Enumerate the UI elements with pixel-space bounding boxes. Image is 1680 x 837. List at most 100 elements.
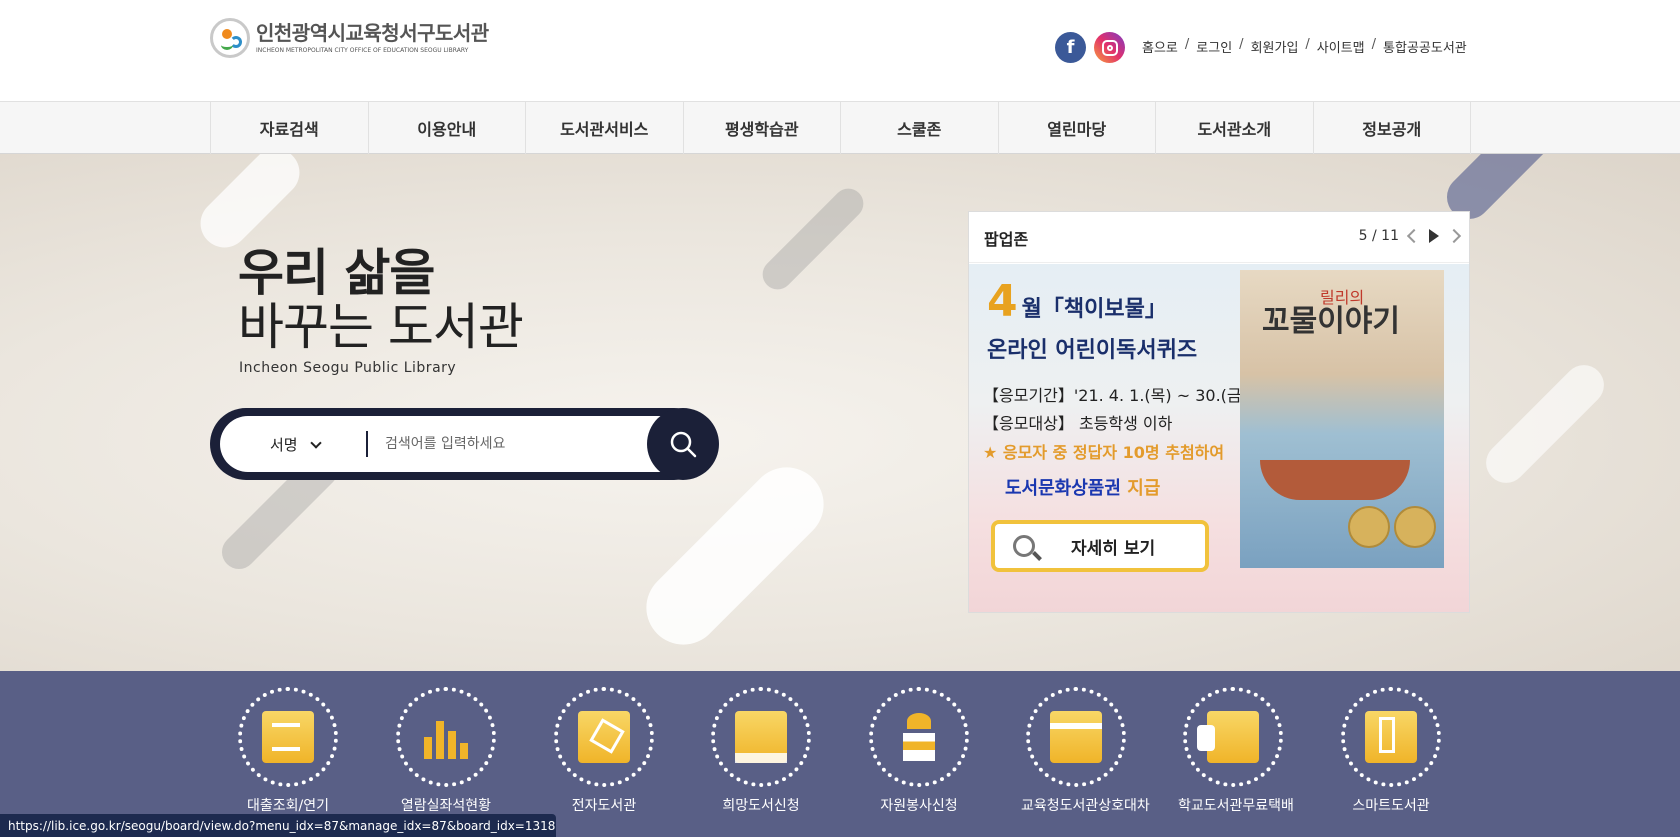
banner-prize-name: 도서문화상품권 bbox=[1005, 478, 1121, 499]
util-separator: / bbox=[1184, 37, 1190, 52]
hero-section: 우리 삶을 바꾸는 도서관 Incheon Seogu Public Libra… bbox=[0, 154, 1680, 671]
book-icon bbox=[735, 711, 787, 763]
banner-target: 【응모대상】 초등학생 이하 bbox=[983, 414, 1173, 433]
chevron-down-icon bbox=[309, 436, 322, 449]
logo-title: 인천광역시교육청서구도서관 bbox=[256, 20, 489, 45]
quick-item-smart-library[interactable]: 스마트도서관 bbox=[1336, 687, 1446, 815]
search-input[interactable] bbox=[385, 428, 655, 460]
banner-subheading: 온라인 어린이독서퀴즈 bbox=[987, 338, 1198, 363]
quick-item-interlibrary-loan[interactable]: 교육청도서관상호대차 bbox=[1021, 687, 1150, 815]
chevron-left-icon[interactable] bbox=[1406, 228, 1422, 244]
quick-item-label: 자원봉사신청 bbox=[880, 798, 958, 814]
decorative-stripe bbox=[190, 154, 310, 258]
award-seal-icon bbox=[1394, 506, 1436, 548]
browser-status-bar: https://lib.ice.go.kr/seogu/board/view.d… bbox=[0, 814, 556, 837]
banner-month: 4 bbox=[987, 276, 1018, 327]
main-navigation: 자료검색 이용안내 도서관서비스 평생학습관 스쿨존 열린마당 도서관소개 정보… bbox=[0, 101, 1680, 154]
nav-item-open-yard[interactable]: 열린마당 bbox=[999, 102, 1156, 154]
hero-subtitle: Incheon Seogu Public Library bbox=[239, 360, 457, 376]
magnifier-icon bbox=[1013, 535, 1035, 557]
quick-menu: 대출조회/연기 열람실좌석현황 전자도서관 희망도서신청 자원봉사신청 교육청도… bbox=[0, 671, 1680, 837]
search-button[interactable] bbox=[647, 408, 719, 480]
plant-icon bbox=[893, 711, 945, 763]
util-link-integrated-library[interactable]: 통합공공도서관 bbox=[1383, 37, 1467, 56]
monitor-book-icon bbox=[578, 711, 630, 763]
banner-heading: 4 월「책이보물」 bbox=[987, 276, 1167, 327]
nav-item-about[interactable]: 도서관소개 bbox=[1156, 102, 1314, 154]
util-link-login[interactable]: 로그인 bbox=[1196, 37, 1232, 56]
popup-controls: 5 / 11 bbox=[1358, 228, 1462, 244]
book-cover-title: 꼬물이야기 bbox=[1262, 304, 1400, 339]
quick-item-label: 교육청도서관상호대차 bbox=[1021, 798, 1150, 814]
building-icon bbox=[1365, 711, 1417, 763]
quick-item-circle bbox=[869, 687, 969, 787]
quick-item-label: 열람실좌석현황 bbox=[400, 798, 492, 814]
sns-links: f bbox=[1055, 32, 1125, 63]
boat-illustration bbox=[1260, 460, 1410, 500]
util-separator: / bbox=[1305, 37, 1310, 52]
nav-item-search[interactable]: 자료검색 bbox=[211, 102, 369, 154]
quick-item-label: 대출조회/연기 bbox=[247, 798, 329, 814]
quick-item-circle bbox=[711, 687, 811, 787]
book-cover-image: 릴리의 꼬물이야기 bbox=[1240, 270, 1444, 568]
chevron-right-icon[interactable] bbox=[1446, 228, 1462, 244]
utility-links: 홈으로 / 로그인 / 회원가입 / 사이트맵 / 통합공공도서관 bbox=[1142, 37, 1467, 56]
banner-detail-label: 자세히 보기 bbox=[1071, 538, 1156, 559]
quick-item-school-delivery[interactable]: 학교도서관무료택배 bbox=[1178, 687, 1294, 815]
logo-subtitle: INCHEON METROPOLITAN CITY OFFICE OF EDUC… bbox=[256, 46, 469, 54]
quick-item-circle bbox=[1183, 687, 1283, 787]
award-seal-icon bbox=[1348, 506, 1390, 548]
nav-item-services[interactable]: 도서관서비스 bbox=[526, 102, 684, 154]
quick-item-e-library[interactable]: 전자도서관 bbox=[549, 687, 659, 815]
banner-detail-button[interactable]: 자세히 보기 bbox=[991, 520, 1209, 572]
bar-chart-icon bbox=[420, 711, 472, 763]
quick-item-label: 전자도서관 bbox=[571, 798, 637, 814]
util-separator: / bbox=[1371, 37, 1377, 52]
site-logo[interactable]: 인천광역시교육청서구도서관 INCHEON METROPOLITAN CITY … bbox=[210, 18, 489, 58]
decorative-stripe bbox=[1477, 356, 1613, 492]
instagram-icon[interactable] bbox=[1094, 32, 1125, 63]
popup-zone: 팝업존 5 / 11 4 월「책이보물」 온라인 어린이독서퀴즈 【응모기간】'… bbox=[968, 211, 1470, 613]
banner-period: 【응모기간】'21. 4. 1.(목) ~ 30.(금) bbox=[983, 386, 1248, 405]
quick-item-circle bbox=[1026, 687, 1126, 787]
document-icon bbox=[262, 711, 314, 763]
banner-heading-text: 월「책이보물」 bbox=[1021, 297, 1167, 322]
quick-item-circle bbox=[396, 687, 496, 787]
hero-title-line1: 우리 삶을 bbox=[238, 244, 435, 302]
quick-item-loan-inquiry[interactable]: 대출조회/연기 bbox=[233, 687, 343, 815]
logo-emblem-icon bbox=[210, 18, 250, 58]
truck-icon bbox=[1197, 711, 1259, 763]
search-field-value: 서명 bbox=[270, 436, 298, 454]
popup-title: 팝업존 bbox=[984, 230, 1029, 249]
quick-item-circle bbox=[554, 687, 654, 787]
facebook-icon[interactable]: f bbox=[1055, 32, 1086, 63]
search-field-select[interactable]: 서명 bbox=[270, 434, 322, 455]
quick-item-circle bbox=[238, 687, 338, 787]
search-box: 서명 bbox=[210, 408, 719, 480]
nav-item-info-disclosure[interactable]: 정보공개 bbox=[1314, 102, 1471, 154]
play-icon[interactable] bbox=[1429, 229, 1439, 243]
quick-item-circle bbox=[1341, 687, 1441, 787]
util-link-home[interactable]: 홈으로 bbox=[1142, 37, 1178, 56]
nav-item-guide[interactable]: 이용안내 bbox=[369, 102, 526, 154]
util-link-sitemap[interactable]: 사이트맵 bbox=[1317, 37, 1365, 56]
search-inner: 서명 bbox=[220, 416, 690, 472]
banner-prize: 도서문화상품권 지급 bbox=[1005, 474, 1160, 500]
quick-item-label: 희망도서신청 bbox=[722, 798, 800, 814]
hero-title-line2: 바꾸는 도서관 bbox=[238, 298, 524, 356]
quick-item-book-request[interactable]: 희망도서신청 bbox=[706, 687, 816, 815]
quick-item-label: 스마트도서관 bbox=[1352, 798, 1430, 814]
util-separator: / bbox=[1239, 37, 1244, 52]
banner-prize-note: ★ 응모자 중 정답자 10명 추첨하여 bbox=[983, 443, 1225, 462]
nav-item-school-zone[interactable]: 스쿨존 bbox=[841, 102, 999, 154]
card-check-icon bbox=[1050, 711, 1102, 763]
quick-item-volunteer[interactable]: 자원봉사신청 bbox=[864, 687, 974, 815]
search-icon bbox=[670, 431, 697, 458]
popup-counter: 5 / 11 bbox=[1358, 228, 1399, 244]
popup-banner[interactable]: 4 월「책이보물」 온라인 어린이독서퀴즈 【응모기간】'21. 4. 1.(목… bbox=[969, 264, 1469, 612]
nav-item-lifelong-learning[interactable]: 평생학습관 bbox=[684, 102, 841, 154]
decorative-stripe bbox=[756, 182, 870, 296]
quick-item-reading-room-seats[interactable]: 열람실좌석현황 bbox=[391, 687, 501, 815]
banner-prize-suffix: 지급 bbox=[1120, 478, 1161, 499]
util-link-join[interactable]: 회원가입 bbox=[1251, 37, 1299, 56]
